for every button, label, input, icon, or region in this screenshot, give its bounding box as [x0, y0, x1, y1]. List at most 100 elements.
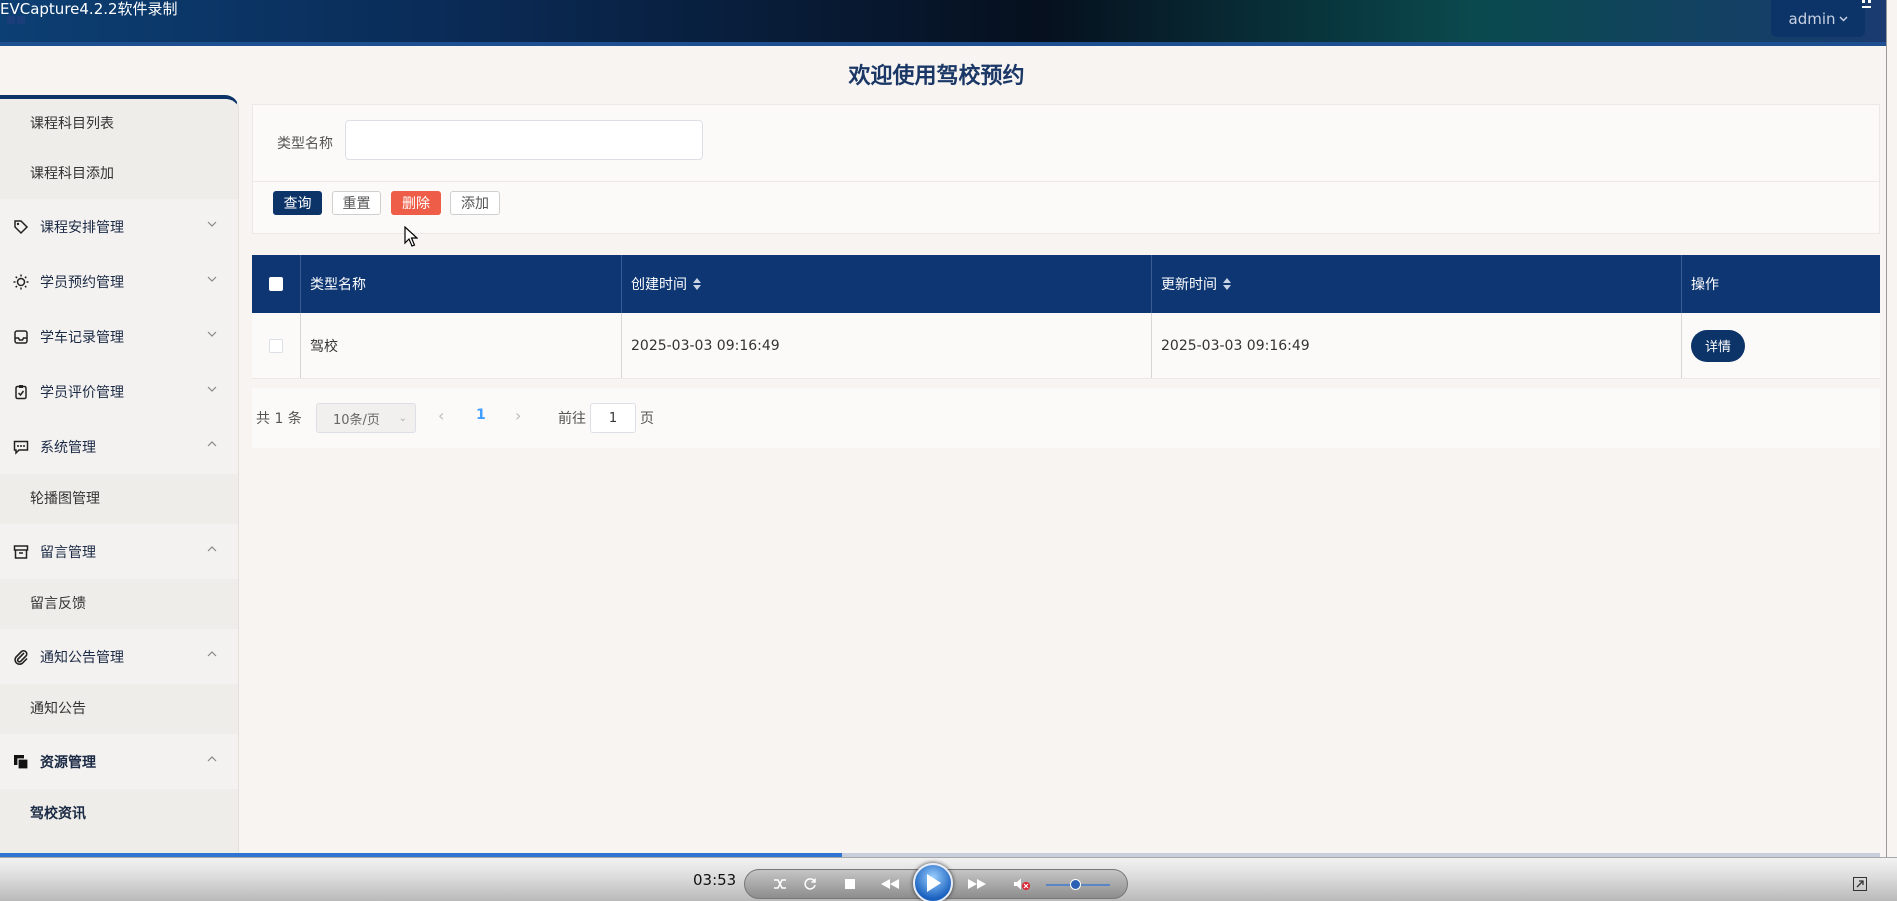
sidebar-group-label: 学员预约管理 [40, 274, 124, 291]
sort-icon[interactable] [1223, 278, 1231, 290]
data-table: 类型名称 创建时间 更新时间 操作 驾校 2025-03-03 09:16:49… [252, 255, 1880, 379]
sidebar-group-announcements[interactable]: 通知公告管理 [0, 629, 238, 684]
column-label: 更新时间 [1161, 277, 1217, 293]
mute-icon[interactable] [1012, 873, 1032, 895]
chevron-down-icon: ⌄ [398, 413, 407, 424]
goto-label: 前往 [558, 411, 586, 427]
reset-button[interactable]: 重置 [332, 191, 381, 215]
clipboard-icon [12, 383, 30, 401]
sidebar-group-label: 学车记录管理 [40, 329, 124, 346]
cell-created-time: 2025-03-03 09:16:49 [622, 313, 1152, 378]
chevron-up-icon [207, 546, 217, 552]
chevron-down-icon [1838, 15, 1848, 22]
fast-forward-icon[interactable] [964, 873, 990, 895]
paperclip-icon [12, 648, 30, 666]
prev-page-icon[interactable]: ‹ [438, 406, 444, 425]
stop-icon[interactable] [840, 873, 860, 895]
type-name-label: 类型名称 [277, 136, 333, 152]
sidebar: 课程科目列表 课程科目添加 课程安排管理 学员预约管理 学车记录管理 学员评价管… [0, 95, 239, 888]
header-checkbox-cell [252, 255, 301, 313]
sidebar-group-messages[interactable]: 留言管理 [0, 524, 238, 579]
volume-knob[interactable] [1069, 879, 1081, 890]
window-title: EVCapture4.2.2软件录制 [0, 0, 178, 18]
table-header: 类型名称 创建时间 更新时间 操作 [252, 255, 1880, 313]
sidebar-group-label: 课程安排管理 [40, 219, 124, 236]
sidebar-item-course-subject-list[interactable]: 课程科目列表 [0, 99, 238, 149]
fullscreen-icon[interactable] [1853, 877, 1867, 891]
sort-icon[interactable] [693, 278, 701, 290]
add-button[interactable]: 添加 [450, 191, 500, 215]
cell-type-name: 驾校 [301, 313, 622, 378]
column-header-type-name: 类型名称 [301, 255, 622, 313]
delete-button[interactable]: 删除 [391, 191, 441, 215]
sidebar-group-label: 资源管理 [40, 754, 96, 771]
page-size-select[interactable]: 10条/页 ⌄ [316, 403, 416, 433]
sidebar-group-label: 留言管理 [40, 544, 96, 561]
column-header-actions: 操作 [1682, 255, 1880, 313]
chat-icon [12, 438, 30, 456]
user-menu-button[interactable]: admin [1771, 0, 1865, 37]
sidebar-group-label: 系统管理 [40, 439, 96, 456]
column-header-updated[interactable]: 更新时间 [1152, 255, 1682, 313]
search-panel: 类型名称 查询 重置 删除 添加 [252, 104, 1880, 234]
page-title: 欢迎使用驾校预约 [848, 64, 1025, 89]
inbox-icon [12, 328, 30, 346]
play-icon [927, 874, 941, 892]
shuffle-icon[interactable] [770, 873, 790, 895]
archive-icon [12, 543, 30, 561]
next-page-icon[interactable]: › [515, 406, 521, 425]
copy-icon [12, 753, 30, 771]
row-checkbox[interactable] [269, 338, 283, 353]
chevron-up-icon [207, 756, 217, 762]
select-all-checkbox[interactable] [269, 277, 283, 291]
sidebar-item-feedback[interactable]: 留言反馈 [0, 579, 238, 629]
sidebar-menu: 课程科目列表 课程科目添加 课程安排管理 学员预约管理 学车记录管理 学员评价管… [0, 99, 238, 884]
pagination: 共 1 条 10条/页 ⌄ ‹ 1 › 前往 1 页 [252, 388, 1880, 448]
player-control-bar: 03:53 [0, 857, 1897, 901]
sidebar-group-student-reviews[interactable]: 学员评价管理 [0, 364, 238, 419]
table-row: 驾校 2025-03-03 09:16:49 2025-03-03 09:16:… [252, 313, 1880, 379]
sidebar-group-label: 学员评价管理 [40, 384, 124, 401]
sidebar-item-carousel[interactable]: 轮播图管理 [0, 474, 238, 524]
mouse-cursor-icon [404, 226, 418, 247]
chevron-up-icon [207, 651, 217, 657]
sidebar-item-notice[interactable]: 通知公告 [0, 684, 238, 734]
sidebar-group-course-schedule[interactable]: 课程安排管理 [0, 199, 238, 254]
sidebar-group-resources[interactable]: 资源管理 [0, 734, 238, 789]
chevron-down-icon [207, 221, 217, 227]
row-checkbox-cell [252, 313, 301, 378]
page-number[interactable]: 1 [476, 407, 486, 423]
logo-icon [17, 16, 25, 24]
pagination-total: 共 1 条 [256, 411, 302, 427]
sidebar-group-student-booking[interactable]: 学员预约管理 [0, 254, 238, 309]
chevron-down-icon [207, 276, 217, 282]
chevron-up-icon [207, 441, 217, 447]
play-button[interactable] [913, 863, 953, 901]
page-size-value: 10条/页 [333, 412, 380, 428]
playback-time: 03:53 [693, 871, 737, 889]
tag-icon [12, 218, 30, 236]
sidebar-item-school-news[interactable]: 驾校资讯 [0, 789, 238, 839]
cell-updated-time: 2025-03-03 09:16:49 [1152, 313, 1682, 378]
column-label: 类型名称 [310, 277, 366, 293]
window-edge [1886, 0, 1897, 901]
detail-button[interactable]: 详情 [1691, 329, 1745, 362]
sun-icon [12, 273, 30, 291]
sidebar-item-course-subject-add[interactable]: 课程科目添加 [0, 149, 238, 199]
chevron-down-icon [207, 386, 217, 392]
grid-icon[interactable] [1860, 0, 1882, 10]
repeat-icon[interactable] [800, 873, 820, 895]
column-header-created[interactable]: 创建时间 [622, 255, 1152, 313]
type-name-input[interactable] [345, 120, 703, 160]
sidebar-group-system[interactable]: 系统管理 [0, 419, 238, 474]
top-bar: EVCapture4.2.2软件录制 admin [0, 0, 1897, 46]
rewind-icon[interactable] [877, 873, 903, 895]
sidebar-group-driving-records[interactable]: 学车记录管理 [0, 309, 238, 364]
column-label: 创建时间 [631, 277, 687, 293]
query-button[interactable]: 查询 [273, 191, 322, 215]
page-suffix: 页 [640, 411, 654, 427]
cell-actions: 详情 [1682, 313, 1880, 378]
column-label: 操作 [1691, 277, 1719, 293]
goto-page-input[interactable]: 1 [590, 403, 636, 433]
logo-icon [7, 16, 15, 24]
